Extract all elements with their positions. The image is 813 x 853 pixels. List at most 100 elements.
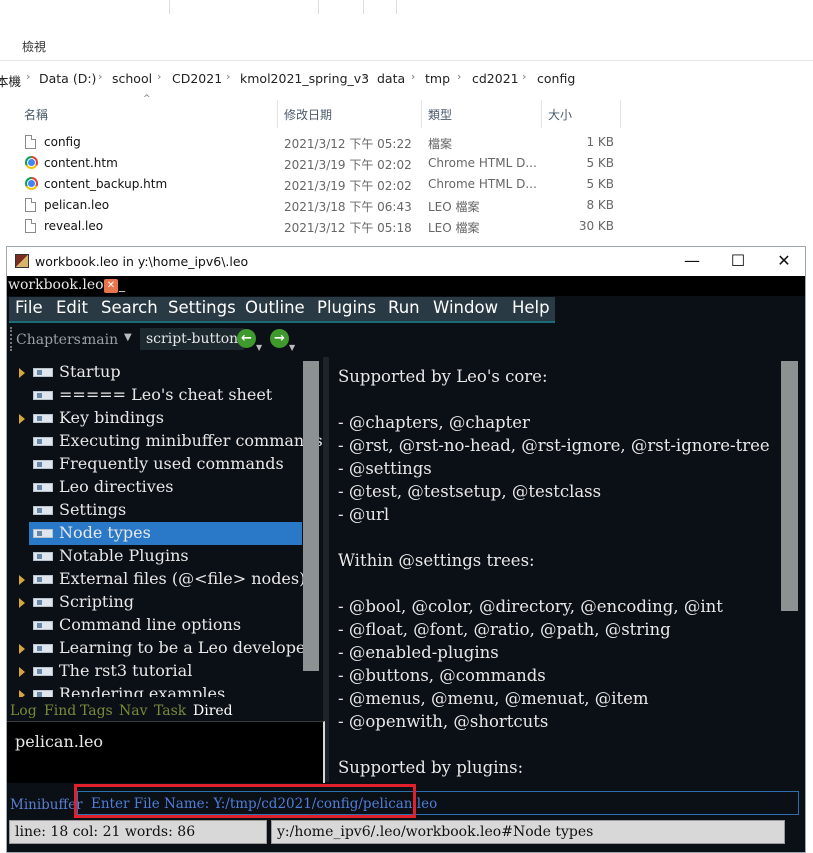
minimize-button[interactable]: — [669, 250, 715, 272]
body-text-line[interactable]: - @enabled-plugins [338, 643, 499, 662]
expand-triangle-icon[interactable] [19, 598, 25, 608]
body-scrollbar[interactable] [781, 361, 798, 611]
breadcrumb-item[interactable]: cd2021 [472, 71, 519, 86]
outline-node[interactable]: Key bindings [7, 407, 307, 430]
expand-triangle-icon[interactable] [19, 575, 25, 585]
chevron-down-icon[interactable]: ▼ [124, 332, 132, 343]
menu-plugins[interactable]: Plugins [317, 298, 376, 317]
body-text-line[interactable]: Supported by plugins: [338, 758, 523, 777]
menu-edit[interactable]: Edit [56, 298, 88, 317]
breadcrumb-item[interactable]: data [377, 71, 405, 86]
outline-node[interactable]: Node types [29, 522, 302, 545]
outline-node[interactable]: Startup [7, 361, 307, 384]
file-size: 5 KB [586, 156, 614, 170]
breadcrumb-item[interactable]: CD2021 [172, 71, 222, 86]
body-text-line[interactable]: - @bool, @color, @directory, @encoding, … [338, 597, 723, 616]
menu-help[interactable]: Help [512, 298, 550, 317]
outline-node[interactable]: Scripting [7, 591, 307, 614]
body-text-line[interactable]: - @settings [338, 459, 432, 478]
node-icon [33, 483, 53, 492]
tab-tags[interactable]: Tags [80, 703, 113, 719]
menu-search[interactable]: Search [101, 298, 158, 317]
breadcrumb-item[interactable]: school [112, 71, 152, 86]
outline-node[interactable]: Executing minibuffer commands [7, 430, 323, 453]
column-header-type[interactable]: 類型 [428, 106, 452, 123]
body-text-line[interactable]: - @openwith, @shortcuts [338, 712, 548, 731]
expand-triangle-icon[interactable] [19, 667, 25, 677]
menu-window[interactable]: Window [433, 298, 498, 317]
outline-node[interactable]: Command line options [7, 614, 307, 637]
arrow-right-icon[interactable]: → [270, 329, 289, 348]
outline-node[interactable]: Learning to be a Leo developer [7, 637, 313, 660]
address-breadcrumb[interactable]: 本機 › Data (D:) › school › CD2021 › kmol2… [0, 68, 813, 90]
outline-node[interactable]: Settings [7, 499, 307, 522]
file-row[interactable]: pelican.leo 2021/3/18 下午 06:43 LEO 檔案 8 … [0, 195, 813, 216]
outline-node[interactable]: Frequently used commands [7, 453, 307, 476]
breadcrumb-item[interactable]: Data (D:) [39, 71, 96, 86]
window-titlebar[interactable]: workbook.leo in y:\home_ipv6\.leo — ☐ ✕ [7, 247, 805, 276]
outline-node[interactable]: External files (@<file> nodes) [7, 568, 307, 591]
body-text-line[interactable]: - @rst, @rst-no-head, @rst-ignore, @rst-… [338, 436, 770, 455]
menu-run[interactable]: Run [388, 298, 420, 317]
chevron-down-icon[interactable]: ▼ [289, 343, 295, 352]
tab-close-icon[interactable]: ✕ [104, 279, 118, 293]
outline-node[interactable]: Notable Plugins [7, 545, 307, 568]
column-header-name[interactable]: 名稱 [24, 106, 48, 123]
outline-node-label: Executing minibuffer commands [59, 431, 323, 450]
body-text-line[interactable]: - @buttons, @commands [338, 666, 546, 685]
chapter-select[interactable]: main [83, 332, 118, 348]
outline-pane[interactable]: Startup ===== Leo's cheat sheet Key bindin… [7, 357, 323, 697]
body-text-line[interactable]: - @url [338, 505, 389, 524]
tab-nav[interactable]: Nav [119, 703, 148, 719]
body-text-line[interactable]: Supported by Leo's core: [338, 367, 548, 386]
toolbar-grip[interactable] [10, 327, 14, 351]
file-icon [25, 135, 39, 150]
menu-outline[interactable]: Outline [245, 298, 305, 317]
outline-node[interactable]: Rendering examples [7, 683, 307, 697]
menu-file[interactable]: File [15, 298, 43, 317]
column-header-date[interactable]: 修改日期 [284, 106, 332, 123]
body-text-line[interactable]: - @float, @font, @ratio, @path, @string [338, 620, 671, 639]
tab-task[interactable]: Task [154, 703, 186, 719]
tab-log[interactable]: Log [10, 703, 37, 719]
log-pane[interactable]: pelican.leo [7, 721, 325, 783]
outline-node[interactable]: ===== Leo's cheat sheet [7, 384, 307, 407]
tab-dired[interactable]: Dired [193, 703, 233, 719]
expand-triangle-icon[interactable] [19, 644, 25, 654]
tab-workbook[interactable]: workbook.leo [8, 277, 104, 293]
body-text-line[interactable]: - @menus, @menu, @menuat, @item [338, 689, 649, 708]
file-row[interactable]: content.htm 2021/3/19 下午 02:02 Chrome HT… [0, 153, 813, 174]
body-pane[interactable]: Supported by Leo's core: - @chapters, @ch… [329, 357, 805, 782]
outline-scrollbar[interactable] [303, 361, 319, 671]
expand-triangle-icon[interactable] [19, 368, 25, 378]
outline-node[interactable]: The rst3 tutorial [7, 660, 307, 683]
arrow-left-icon[interactable]: ← [237, 329, 256, 348]
log-entry[interactable]: pelican.leo [15, 732, 103, 751]
status-position: line: 18 col: 21 words: 86 [9, 820, 267, 844]
tab-find[interactable]: Find [44, 703, 76, 719]
breadcrumb-item[interactable]: kmol2021_spring_v3 [240, 71, 369, 86]
file-row[interactable]: reveal.leo 2021/3/12 下午 05:18 LEO 檔案 30 … [0, 216, 813, 237]
body-text-line[interactable]: - @test, @testsetup, @testclass [338, 482, 601, 501]
column-divider[interactable] [277, 100, 278, 128]
column-divider[interactable] [620, 100, 621, 128]
column-header-size[interactable]: 大小 [548, 106, 572, 123]
body-text-line[interactable]: - @chapters, @chapter [338, 413, 530, 432]
outline-node[interactable]: Leo directives [7, 476, 307, 499]
menu-settings[interactable]: Settings [168, 298, 236, 317]
close-button[interactable]: ✕ [761, 250, 807, 272]
ribbon-tab-view[interactable]: 檢視 [22, 38, 46, 55]
column-divider[interactable] [541, 100, 542, 128]
script-button[interactable]: script-button [140, 328, 245, 350]
expand-triangle-icon[interactable] [19, 414, 25, 424]
chevron-down-icon[interactable]: ▼ [256, 343, 262, 352]
file-row[interactable]: content_backup.htm 2021/3/19 下午 02:02 Ch… [0, 174, 813, 195]
body-text-line[interactable]: Within @settings trees: [338, 551, 535, 570]
expand-triangle-icon[interactable] [19, 690, 25, 697]
file-row[interactable]: config 2021/3/12 下午 05:22 檔案 1 KB [0, 132, 813, 153]
maximize-button[interactable]: ☐ [715, 250, 761, 272]
column-divider[interactable] [421, 100, 422, 128]
breadcrumb-item[interactable]: config [537, 71, 575, 86]
breadcrumb-item[interactable]: tmp [425, 71, 450, 86]
breadcrumb-item[interactable]: 本機 [0, 71, 21, 90]
